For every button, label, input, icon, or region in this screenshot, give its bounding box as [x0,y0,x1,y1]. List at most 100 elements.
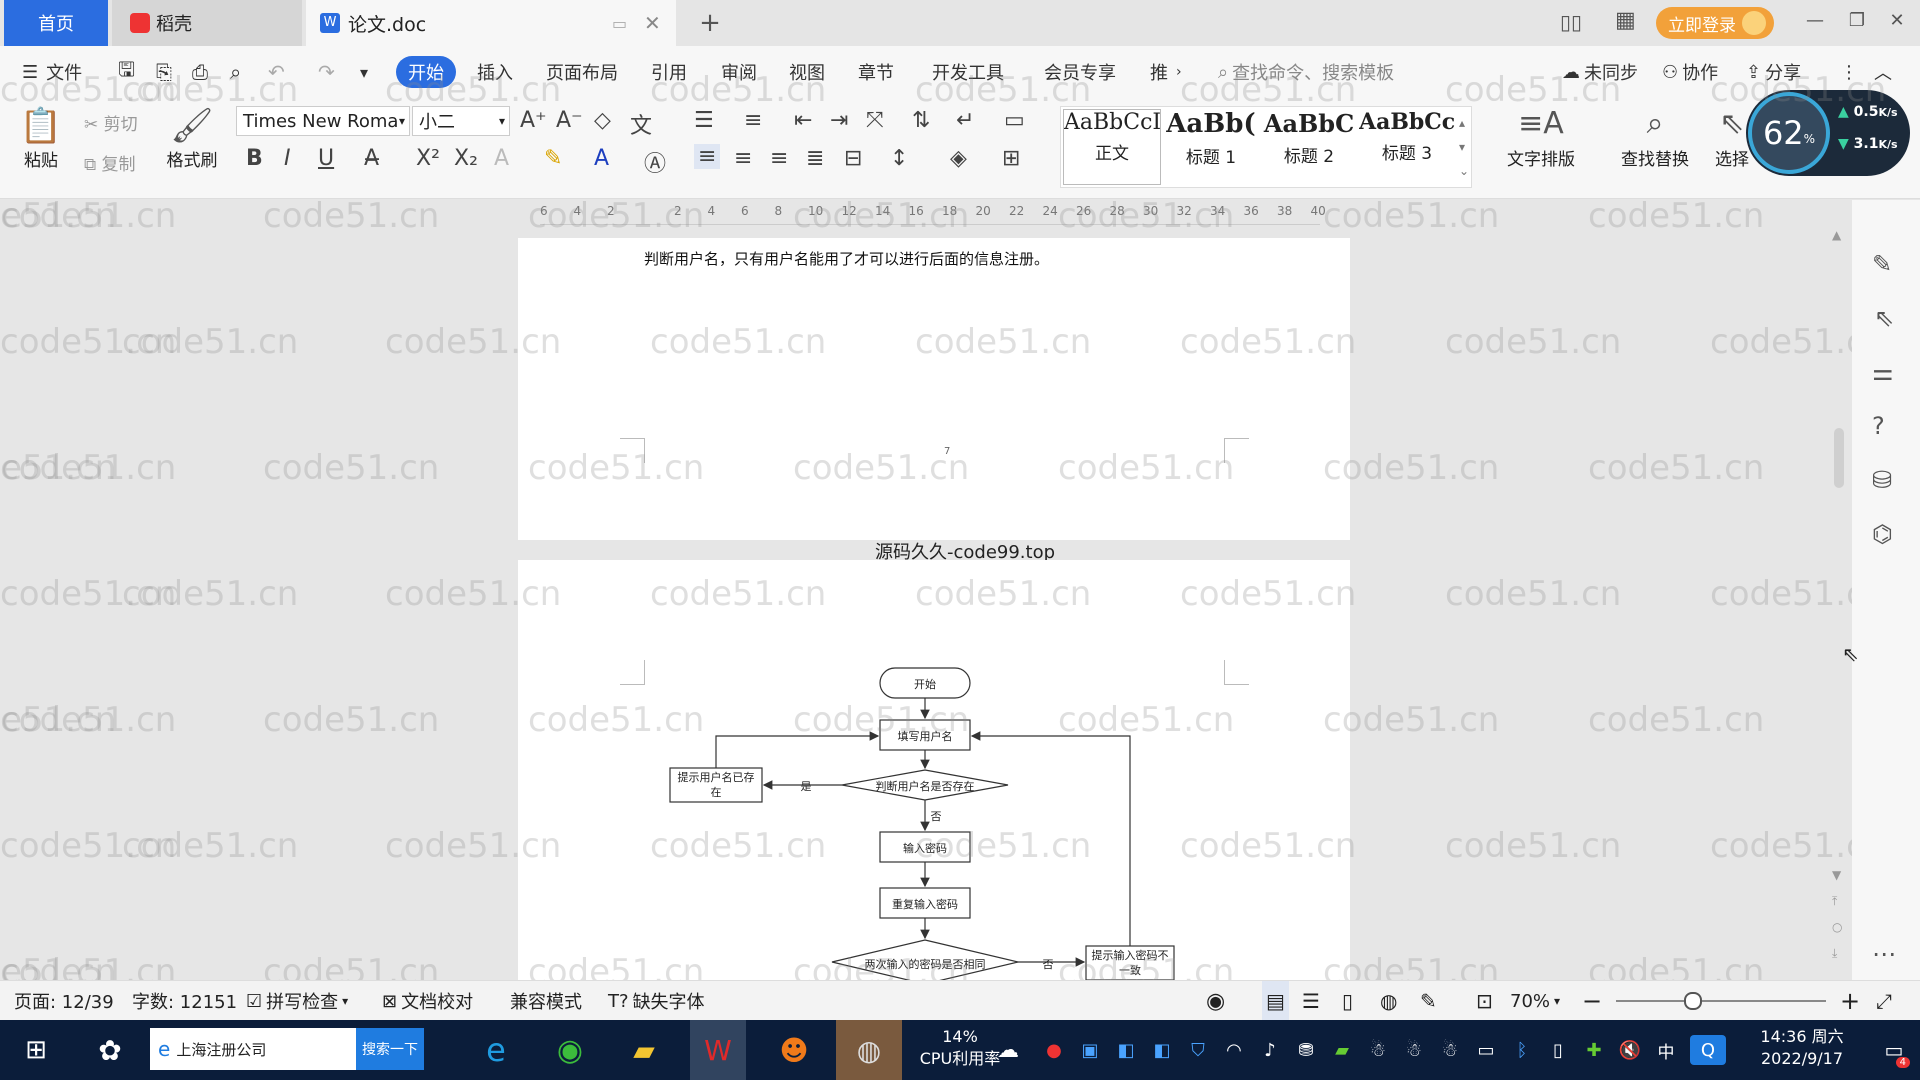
grid-icon[interactable]: ▦ [1615,8,1636,33]
media-app-icon[interactable]: ◍ [836,1020,902,1080]
fit-page-icon[interactable]: ⊡ [1476,981,1493,1021]
new-tab-button[interactable]: + [690,0,730,46]
battery-icon[interactable]: ▭ [1468,1020,1504,1080]
layout-icon[interactable]: ▯▯ [1560,10,1582,34]
mouse-cursor-icon: ⇖ [1842,642,1859,666]
bluetooth-icon[interactable]: ᛒ [1504,1020,1540,1080]
page-indicator[interactable]: 页面: 12/39 [14,981,114,1021]
missing-font-button[interactable]: T? 缺失字体 [608,981,705,1021]
watermark-text: code51.cn [385,826,562,866]
watermark-text: code51.cn [1180,70,1357,110]
spell-check-button[interactable]: ☑ 拼写检查 ▾ [246,981,348,1021]
taskbar-search-button[interactable]: 搜索一下 [356,1028,424,1070]
plus-app-icon[interactable]: ✚ [1576,1020,1612,1080]
restore-icon[interactable]: ❐ [1836,10,1878,31]
shield-icon[interactable]: ⛉ [1180,1020,1216,1080]
compass-icon[interactable]: ⌬ [1872,520,1893,548]
pointer-icon[interactable]: ⇖ [1874,304,1894,332]
reading-view-icon[interactable]: ▯ [1342,981,1353,1021]
bell-icon[interactable]: ♪ [1252,1020,1288,1080]
zoom-select[interactable]: 70% ▾ [1510,981,1560,1021]
zoom-slider-thumb[interactable] [1684,992,1702,1010]
scroll-thumb[interactable] [1834,428,1844,488]
right-sidebar: ✎ ⇖ ⚌ ? ⛁ ⌬ ⋯ [1852,200,1920,980]
tab-document[interactable]: W 论文.doc ▭ ✕ [306,0,676,46]
qq-browser-icon[interactable]: Q [1690,1035,1726,1065]
usb-icon[interactable]: ▯ [1540,1020,1576,1080]
watermark-text: code51.cn [1588,700,1765,740]
taskbar-search-box[interactable]: e 上海注册公司 [150,1028,356,1070]
watermark-text: code51.cn [650,574,827,614]
eye-protect-icon[interactable]: ◉ [1206,981,1225,1021]
ie-browser-icon[interactable]: e [470,1020,522,1080]
minimize-icon[interactable]: — [1794,10,1836,31]
app-pinwheel-icon[interactable]: ✿ [88,1020,132,1080]
tab-daoke[interactable]: 稻壳 [112,0,302,46]
game-app-icon[interactable]: ☻ [766,1020,822,1080]
qq-icon[interactable]: ☃ [1360,1020,1396,1080]
help-icon[interactable]: ? [1872,412,1885,440]
watermark-text: code51.cn [793,196,970,236]
watermark-text: code51.cn [1445,574,1622,614]
missing-font-label: 缺失字体 [632,992,705,1013]
notification-button[interactable]: ▭ 4 [1874,1020,1914,1080]
tray-icon[interactable]: ● [1036,1020,1072,1080]
browse-object-icon[interactable]: ○ [1832,920,1842,934]
watermark-text: code51.cn [793,952,970,980]
tray-icon[interactable]: ⛃ [1288,1020,1324,1080]
zoom-out-icon[interactable]: − [1582,981,1602,1021]
gpu-icon[interactable]: ▰ [1324,1020,1360,1080]
login-button[interactable]: 立即登录 [1656,7,1774,39]
wps-taskbar-icon[interactable]: W [690,1020,746,1080]
weather-icon[interactable]: ☁ [988,1020,1028,1080]
close-tab-icon[interactable]: ✕ [644,11,661,35]
status-bar: 页面: 12/39 字数: 12151 ☑ 拼写检查 ▾ ⊠ 文档校对 兼容模式 T?… [0,980,1920,1021]
close-window-icon[interactable]: ✕ [1876,10,1918,31]
vertical-scrollbar[interactable]: ▲ ▼ ⤒ ○ ⤓ [1830,228,1848,978]
web-view-icon[interactable]: ◍ [1380,981,1397,1021]
page-view-icon[interactable]: ▤ [1262,981,1289,1021]
qq-icon[interactable]: ☃ [1432,1020,1468,1080]
monitor-icon[interactable]: ▭ [612,14,627,33]
scroll-up-icon[interactable]: ▲ [1832,228,1841,242]
pen-icon[interactable]: ✎ [1872,250,1892,278]
next-page-icon[interactable]: ⤓ [1832,946,1837,961]
windows-start-icon[interactable]: ⊞ [14,1020,58,1080]
volume-muted-icon[interactable]: 🔇 [1612,1020,1648,1080]
write-view-icon[interactable]: ✎ [1420,981,1437,1021]
green-browser-icon[interactable]: ◉ [544,1020,596,1080]
word-count[interactable]: 字数: 12151 [132,981,237,1021]
clock[interactable]: 14:36 周六 2022/9/17 [1732,1026,1872,1070]
backup-icon[interactable]: ⛁ [1872,466,1892,494]
scroll-down-icon[interactable]: ▼ [1832,868,1841,882]
tray-icon[interactable]: ◧ [1108,1020,1144,1080]
notification-count: 4 [1895,1057,1910,1068]
clock-time: 14:36 周六 [1760,1027,1844,1046]
doc-proof-button[interactable]: ⊠ 文档校对 [382,981,473,1021]
watermark-text: code51.cn [0,70,177,110]
checkbox-icon: ☑ [246,990,263,1012]
zoom-slider[interactable] [1616,992,1826,1010]
sliders-icon[interactable]: ⚌ [1872,358,1894,386]
more-dots-icon[interactable]: ⋯ [1872,940,1896,968]
prev-page-icon[interactable]: ⤒ [1832,894,1837,909]
watermark-text: code51.cn [0,952,177,980]
tray-icon[interactable]: ▣ [1072,1020,1108,1080]
zoom-in-icon[interactable]: + [1840,981,1860,1021]
taskbar: ⊞ ✿ e 上海注册公司 搜索一下 e ◉ ▰ W ☻ ◍ 14% CPU利用率… [0,1020,1920,1080]
chevron-down-icon: ▾ [1554,994,1561,1008]
qq-icon[interactable]: ☃ [1396,1020,1432,1080]
outline-view-icon[interactable]: ☰ [1302,981,1320,1021]
watermark-text: code51.cn [0,448,117,488]
watermark-text: code51.cn [915,322,1092,362]
ime-indicator[interactable]: 中 [1648,1020,1684,1080]
daoke-logo-icon [130,13,150,33]
file-explorer-icon[interactable]: ▰ [618,1020,670,1080]
watermark-text: code51.cn [0,322,177,362]
doc-proof-label: 文档校对 [401,992,474,1013]
tab-home[interactable]: 首页 [4,0,108,46]
tray-icon[interactable]: ◧ [1144,1020,1180,1080]
wifi-icon[interactable]: ◠ [1216,1020,1252,1080]
watermark-text: code51.cn [385,70,562,110]
fullscreen-icon[interactable]: ⤢ [1876,981,1892,1021]
